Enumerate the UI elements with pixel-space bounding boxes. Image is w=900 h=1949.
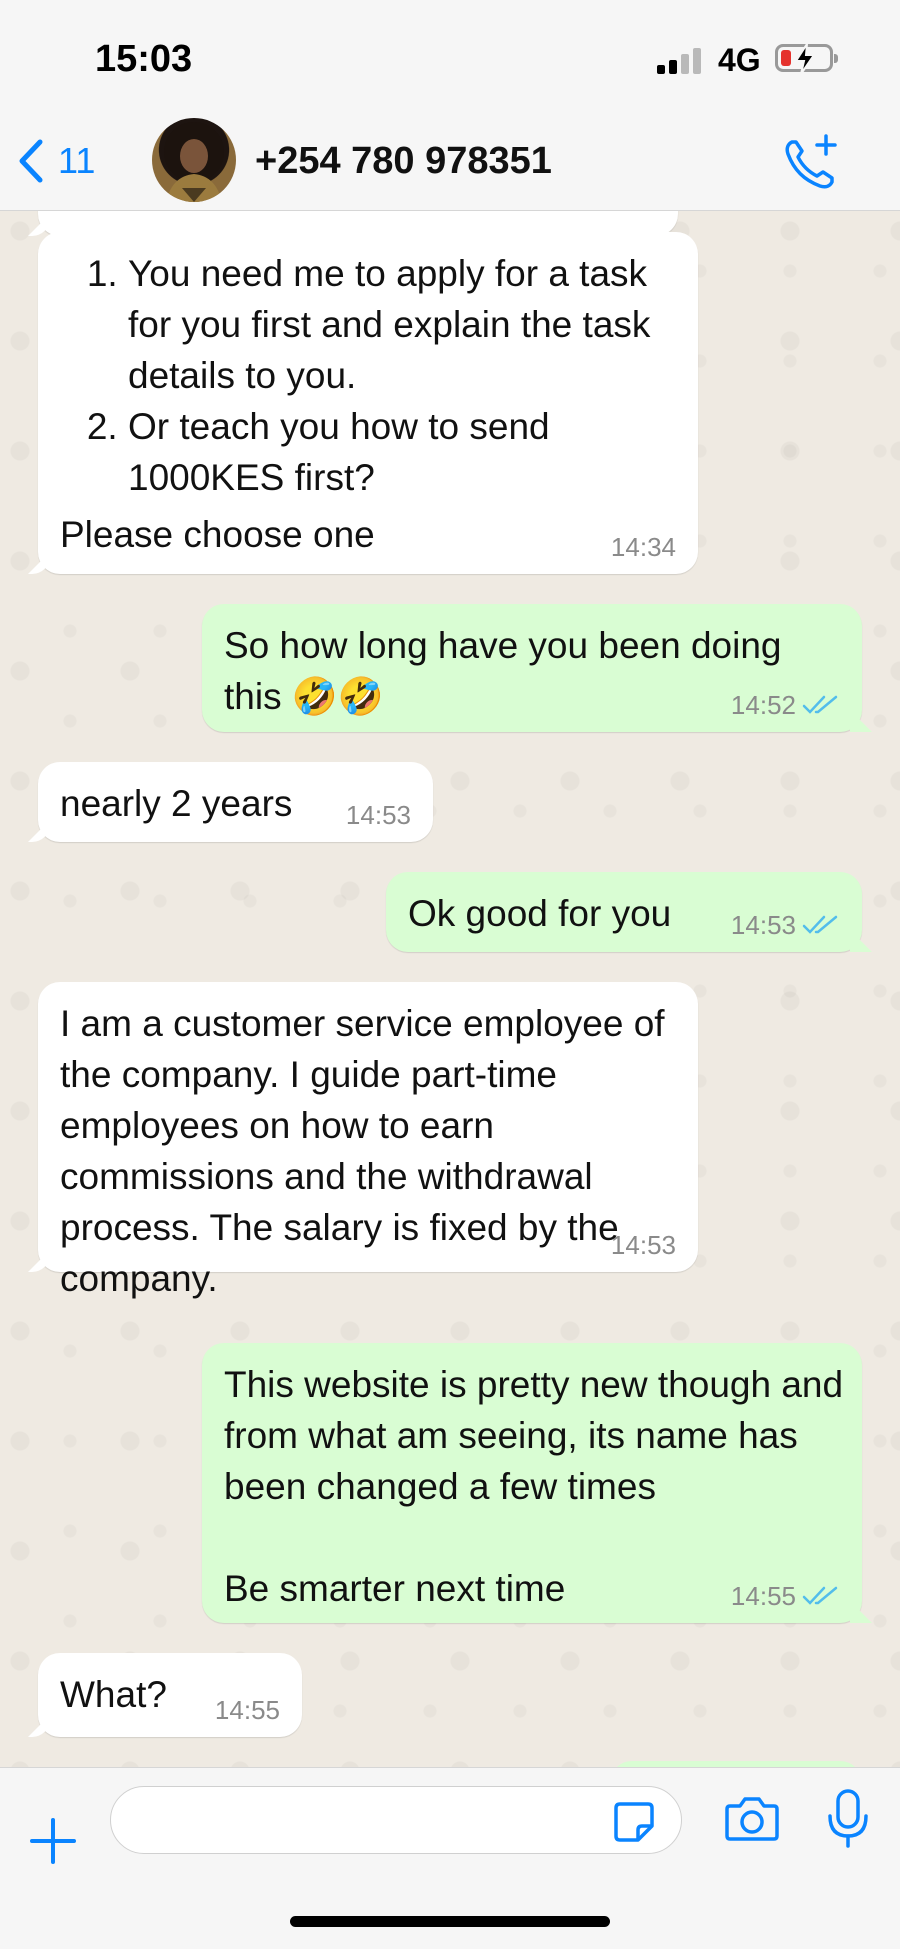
message-bubble-incoming[interactable]: What? 14:55 xyxy=(38,1653,302,1737)
message-time: 14:52 xyxy=(730,690,796,720)
message-bubble-incoming[interactable]: I am a customer service employee of the … xyxy=(38,982,698,1299)
message-meta: 14:53 xyxy=(346,800,411,830)
read-receipt-icon xyxy=(802,1586,838,1605)
read-receipt-icon xyxy=(802,915,838,934)
microphone-icon xyxy=(828,1789,868,1848)
chat-area[interactable]: You need me to apply for a task for you … xyxy=(0,211,900,1767)
message-time: 14:53 xyxy=(345,800,411,830)
message-meta: 14:34 xyxy=(611,532,676,562)
message-list-item: You need me to apply for a task for you … xyxy=(128,248,676,401)
message-time: 14:53 xyxy=(730,910,796,940)
status-time: 15:03 xyxy=(95,38,193,80)
chevron-left-icon xyxy=(19,139,43,183)
attach-button[interactable] xyxy=(28,1816,78,1871)
add-call-button[interactable] xyxy=(780,132,840,197)
message-meta: 14:53 xyxy=(611,1230,676,1260)
chat-header: 11 +254 780 978351 xyxy=(0,110,900,211)
sticker-button[interactable] xyxy=(612,1800,656,1849)
message-list-item: Or teach you how to send 1000KES first? xyxy=(128,401,676,503)
sticker-icon xyxy=(614,1802,654,1842)
back-button[interactable]: 11 xyxy=(18,136,95,186)
read-receipt-icon xyxy=(802,695,838,714)
plus-icon xyxy=(30,1818,76,1864)
message-text: I am a customer service employee of the … xyxy=(60,1003,665,1299)
add-call-icon xyxy=(785,134,837,189)
battery-icon xyxy=(775,44,838,74)
message-meta: 14:53 xyxy=(731,910,840,940)
message-time: 14:34 xyxy=(610,532,676,562)
message-meta: 14:52 xyxy=(731,690,840,720)
message-text: This website is pretty new though and fr… xyxy=(224,1364,844,1507)
message-bubble-outgoing[interactable]: This website is pretty new though and fr… xyxy=(202,1343,862,1623)
message-meta: 14:55 xyxy=(215,1695,280,1725)
status-bar: 15:03 4G xyxy=(0,0,900,110)
message-bubble-incoming[interactable]: You need me to apply for a task for you … xyxy=(38,232,698,574)
camera-button[interactable] xyxy=(724,1794,780,1849)
message-bubble-incoming[interactable]: nearly 2 years 14:53 xyxy=(38,762,433,842)
contact-name[interactable]: +254 780 978351 xyxy=(255,140,552,183)
charging-bolt-icon xyxy=(794,44,816,74)
message-text: Please choose one xyxy=(60,514,375,555)
network-type: 4G xyxy=(718,42,761,78)
home-indicator[interactable] xyxy=(290,1916,610,1927)
message-bubble-outgoing[interactable]: Ok good for you 14:53 xyxy=(386,872,862,952)
microphone-button[interactable] xyxy=(826,1788,870,1855)
contact-avatar[interactable] xyxy=(152,118,236,202)
avatar-image xyxy=(164,122,224,202)
message-meta: 14:55 xyxy=(731,1581,840,1611)
unread-count: 11 xyxy=(58,140,96,181)
camera-icon xyxy=(725,1797,779,1841)
message-time: 14:55 xyxy=(214,1695,280,1725)
message-list: You need me to apply for a task for you … xyxy=(60,248,676,503)
message-input[interactable] xyxy=(110,1786,682,1854)
cellular-signal-icon xyxy=(657,48,703,74)
message-bubble-outgoing[interactable]: So how long have you been doing this 🤣🤣 … xyxy=(202,604,862,732)
message-time: 14:53 xyxy=(610,1230,676,1260)
message-time: 14:55 xyxy=(730,1581,796,1611)
